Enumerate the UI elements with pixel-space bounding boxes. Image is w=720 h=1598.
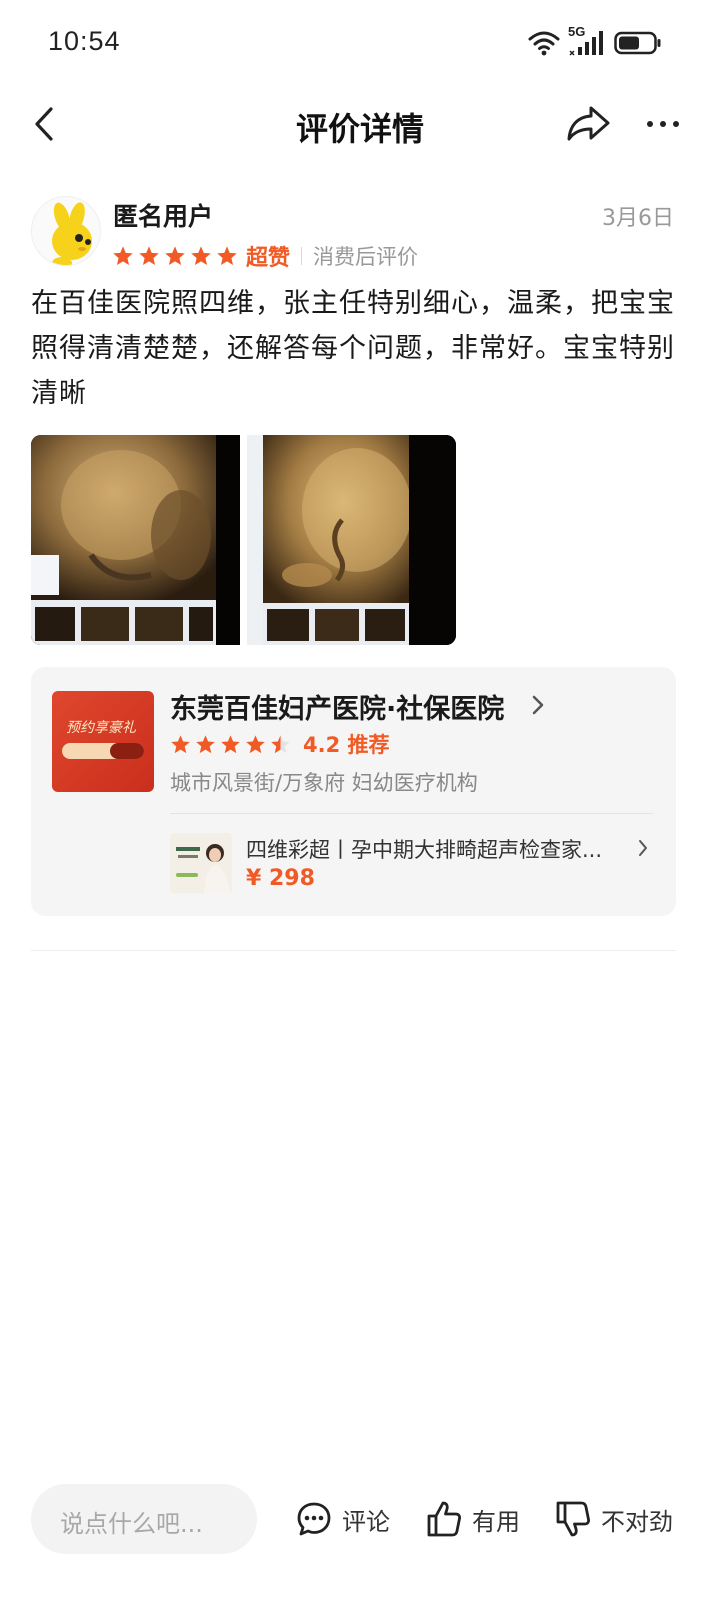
more-dot-icon [673,121,679,127]
not-right-label: 不对劲 [601,1507,673,1536]
page-title: 评价详情 [295,110,424,148]
cell-signal: 5G [568,24,606,57]
status-time: 10:54 [48,26,121,56]
merchant-score: 4.2 推荐 [303,733,390,757]
product-thumbnail[interactable] [170,833,232,893]
comment-bubble-icon [297,1502,331,1536]
review-type-label: 消费后评价 [313,245,419,269]
product-image [170,833,232,893]
review-photo[interactable] [31,435,240,645]
thumbs-up-icon [427,1501,461,1537]
half-star-icon [271,734,290,753]
wifi-icon [528,31,560,56]
review-photo[interactable] [247,435,456,645]
star-icon [113,246,133,265]
rating-word: 超赞 [246,246,291,271]
comment-placeholder: 说点什么吧... [60,1510,203,1538]
section-divider [31,950,676,951]
avatar[interactable] [31,196,101,266]
comment-label: 评论 [342,1507,390,1536]
status-icons: 5G [528,24,662,58]
battery-icon [614,31,661,55]
star-icon [221,734,240,753]
more-dot-icon [660,121,666,127]
star-icon [171,734,190,753]
merchant-location: 城市风景街/万象府 妇幼医疗机构 [170,771,478,795]
star-icon [196,734,215,753]
comment-input[interactable]: 说点什么吧... [31,1484,257,1554]
signal-icon [569,31,603,56]
reviewer-name[interactable]: 匿名用户 [113,197,213,233]
header-bar: 评价详情 [0,88,720,162]
divider [170,813,653,814]
thumbnail-title: 预约享豪礼 [66,720,136,736]
more-dot-icon [647,121,653,127]
star-icon [139,246,159,265]
review-text: 在百佳医院照四维，张主任特别细心，温柔，把宝宝照得清清楚楚，还解答每个问题，非常… [31,288,675,409]
merchant-card[interactable]: 预约享豪礼 东莞百佳妇产医院·社保医院 4.2 推荐 城市风景街/万象府 妇幼医… [31,667,676,916]
star-icon [246,734,265,753]
share-icon [567,106,610,141]
product-name[interactable]: 四维彩超丨孕中期大排畸超声检查家... [246,834,626,864]
not-right-button[interactable]: 不对劲 [555,1496,673,1542]
ultrasound-image [31,435,240,645]
thumbnail-price-pill [110,743,144,759]
merchant-thumbnail[interactable]: 预约享豪礼 [52,691,154,792]
star-icon [165,246,185,265]
share-button[interactable] [565,104,611,144]
product-price: ¥ 298 [246,866,315,891]
status-bar: 10:54 5G [0,0,720,88]
review-date: 3月6日 [602,206,674,231]
more-options-button[interactable] [642,106,684,142]
merchant-name[interactable]: 东莞百佳妇产医院·社保医院 [170,687,504,726]
merchant-rating: 4.2 推荐 [170,731,390,757]
divider [301,247,303,265]
star-icon [191,246,211,265]
useful-button[interactable]: 有用 [426,1496,520,1542]
review-rating: 超赞 消费后评价 [112,241,418,271]
ultrasound-image [247,435,456,645]
comment-button[interactable]: 评论 [296,1496,390,1542]
star-icon [217,246,237,265]
thumbs-down-icon [556,1501,590,1537]
chevron-right-icon [532,695,544,715]
chevron-right-icon [639,840,647,856]
mascot-avatar-icon [52,202,92,265]
useful-label: 有用 [472,1507,520,1536]
